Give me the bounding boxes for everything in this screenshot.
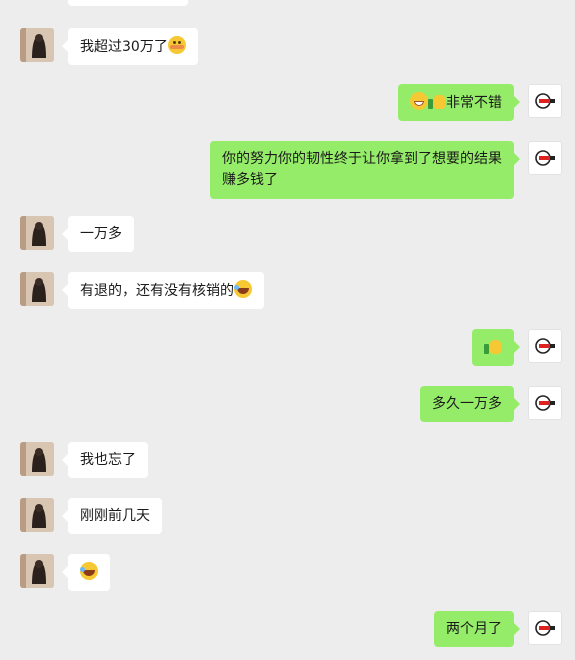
message-bubble[interactable] xyxy=(62,554,110,591)
message-text: 刚刚前几天 xyxy=(80,508,150,524)
thumbs-up-icon xyxy=(484,337,502,355)
contact-avatar[interactable] xyxy=(20,442,54,476)
message-bubble[interactable]: 你的努力你的韧性终于让你拿到了想要的结果赚多钱了 xyxy=(210,141,520,199)
flushed-face-icon xyxy=(167,36,186,54)
laughing-tears-icon xyxy=(80,562,98,580)
message-text: 你的努力你的韧性终于让你拿到了想要的结果赚多钱了 xyxy=(222,151,502,188)
partial-message-bubble[interactable] xyxy=(68,0,188,6)
message-bubble[interactable]: 我也忘了 xyxy=(62,442,148,478)
message-bubble[interactable] xyxy=(472,329,520,366)
my-avatar[interactable] xyxy=(528,611,562,645)
message-text: 多久一万多 xyxy=(432,396,502,412)
message-bubble[interactable]: 有退的，还有没有核销的 xyxy=(62,272,264,309)
contact-avatar[interactable] xyxy=(20,216,54,250)
message-text: 我也忘了 xyxy=(80,452,136,468)
my-avatar[interactable] xyxy=(528,84,562,118)
contact-avatar[interactable] xyxy=(20,554,54,588)
message-text: 我超过30万了 xyxy=(80,39,168,55)
my-avatar[interactable] xyxy=(528,329,562,363)
contact-avatar[interactable] xyxy=(20,28,54,62)
thumbs-up-icon xyxy=(428,92,446,110)
message-text: 有退的，还有没有核销的 xyxy=(80,283,234,299)
grinning-face-icon xyxy=(410,92,428,110)
message-text: 非常不错 xyxy=(446,95,502,111)
contact-avatar[interactable] xyxy=(20,272,54,306)
contact-avatar[interactable] xyxy=(20,498,54,532)
my-avatar[interactable] xyxy=(528,386,562,420)
message-text: 一万多 xyxy=(80,226,122,242)
message-bubble[interactable]: 多久一万多 xyxy=(420,386,520,422)
chat-message-list[interactable]: 我超过30万了 非常不错 你的努力你的韧性终于让你拿到了想要的结果赚多钱了 一万… xyxy=(0,0,575,660)
message-bubble[interactable]: 刚刚前几天 xyxy=(62,498,162,534)
message-bubble[interactable]: 两个月了 xyxy=(434,611,520,647)
laughing-tears-icon xyxy=(234,280,252,298)
my-avatar[interactable] xyxy=(528,141,562,175)
message-text: 两个月了 xyxy=(446,621,502,637)
message-bubble[interactable]: 一万多 xyxy=(62,216,134,252)
message-bubble[interactable]: 非常不错 xyxy=(398,84,520,121)
message-bubble[interactable]: 我超过30万了 xyxy=(62,28,198,65)
